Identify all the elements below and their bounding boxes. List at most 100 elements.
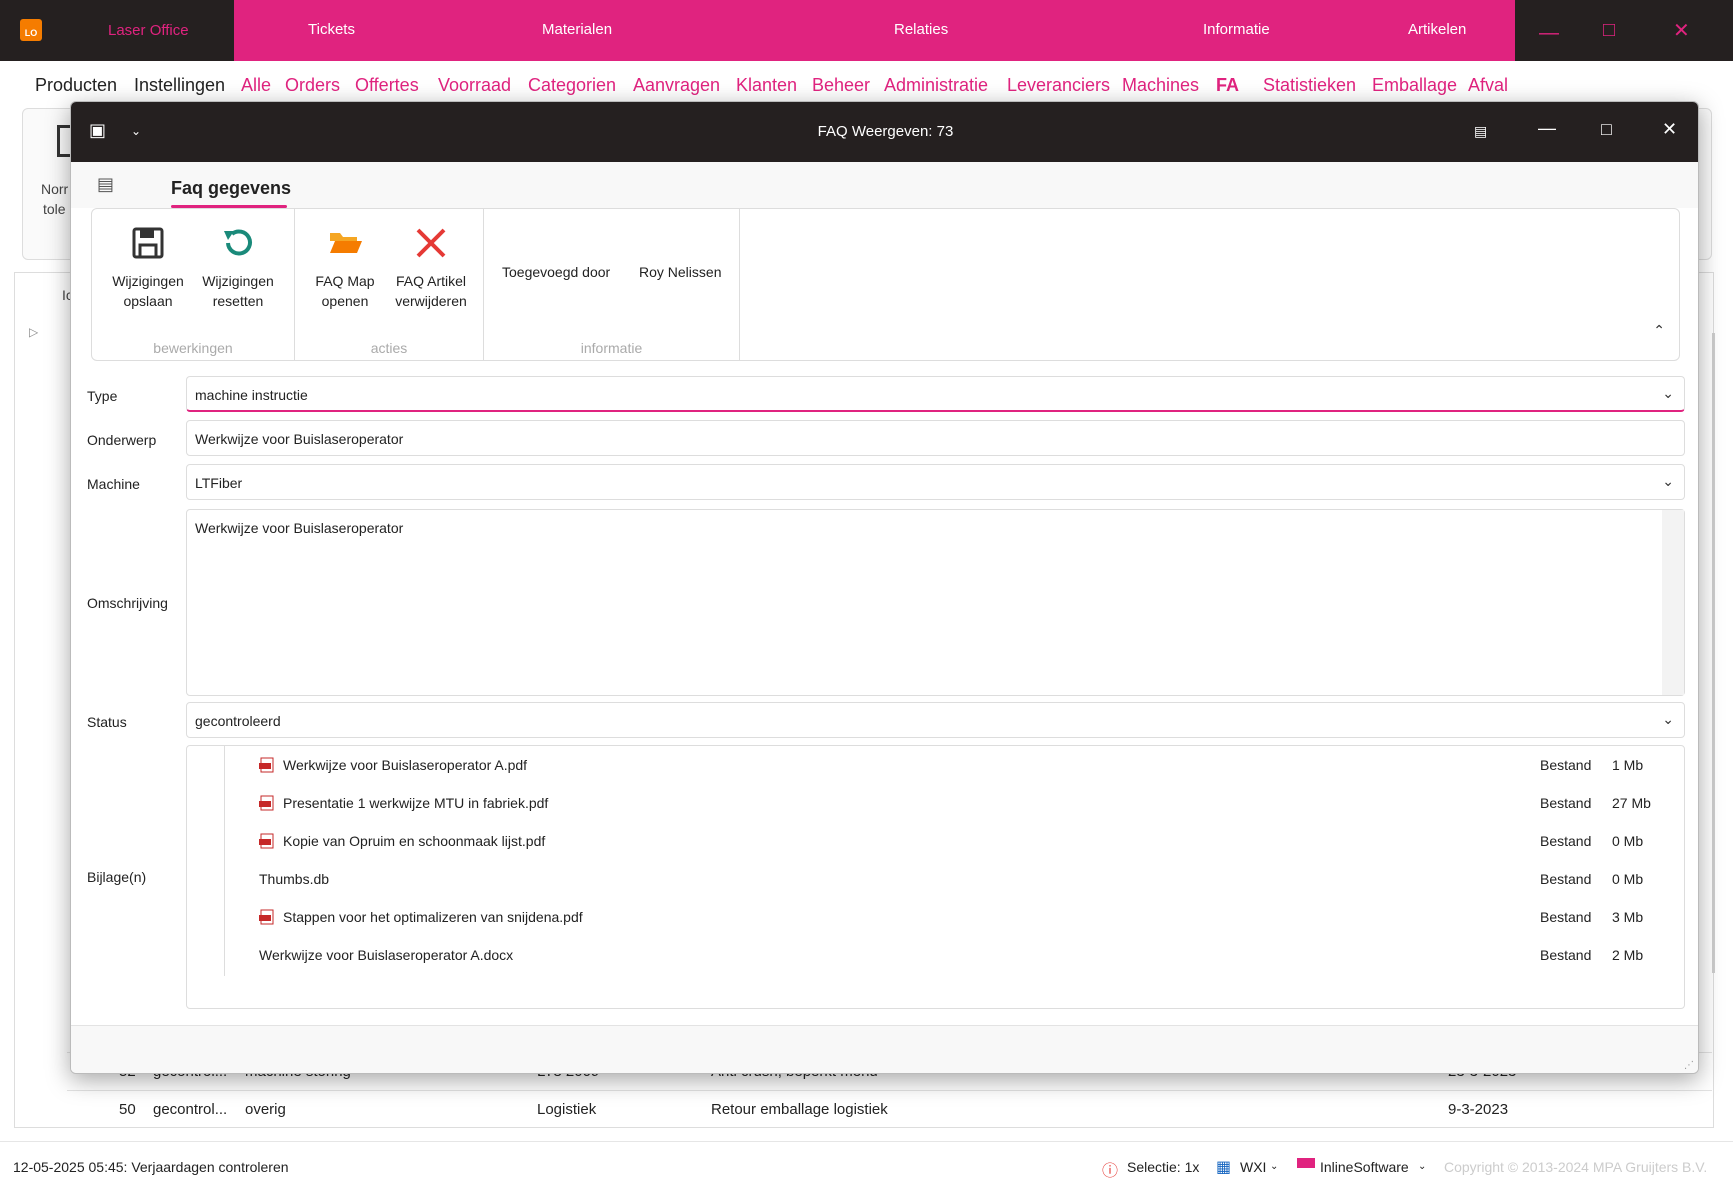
ribbon-group-acties: FAQ Map openen FAQ Artikel verwijderen a… [295,209,484,360]
attachments-list: Werkwijze voor Buislaseroperator A.pdf B… [186,745,1685,1009]
chevron-down-icon: ⌄ [1662,385,1674,401]
menu-alle[interactable]: Alle [241,75,271,96]
top-bar: LO Laser Office Tickets Materialen Relat… [0,0,1733,61]
save-icon [132,227,164,259]
reset-changes-button[interactable]: Wijzigingen resetten [198,225,278,311]
restore-icon[interactable]: ▤ [1474,123,1487,140]
window-controls: — □ ✕ [1515,0,1733,61]
menu-administratie[interactable]: Administratie [884,75,988,96]
pdf-icon [259,795,274,811]
nav-tickets[interactable]: Tickets [308,21,355,38]
dialog-footer: ⋰ [71,1025,1698,1073]
menu-aanvragen[interactable]: Aanvragen [633,75,720,96]
expand-icon[interactable]: ▷ [29,325,38,339]
type-select[interactable]: machine instructie ⌄ [186,376,1685,412]
copyright: Copyright © 2013-2024 MPA Gruijters B.V. [1444,1159,1708,1175]
list-item[interactable]: Presentatie 1 werkwijze MTU in fabriek.p… [187,784,1686,822]
resize-grip-icon[interactable]: ⋰ [1684,1060,1694,1071]
app-logo-icon: LO [20,19,42,41]
textarea-scrollbar[interactable] [1662,510,1684,695]
group-label: informatie [580,340,643,356]
minimize-icon[interactable]: — [1539,22,1559,45]
tab-faq-gegevens[interactable]: Faq gegevens [171,178,291,199]
save-changes-button[interactable]: Wijzigingen opslaan [108,225,188,311]
menu-klanten[interactable]: Klanten [736,75,797,96]
menu-orders[interactable]: Orders [285,75,340,96]
menu-leveranciers[interactable]: Leveranciers [1007,75,1110,96]
windows-icon: ▦ [1216,1159,1232,1176]
pdf-icon [259,909,274,925]
group-label: acties [370,340,408,356]
nav-informatie[interactable]: Informatie [1203,21,1270,38]
menu-beheer[interactable]: Beheer [812,75,870,96]
added-by-label: Toegevoegd door [502,264,611,280]
list-item[interactable]: Thumbs.db Bestand 0 Mb [187,860,1686,898]
ribbon-group-bewerkingen: Wijzigingen opslaan Wijzigingen resetten… [92,209,295,360]
delete-faq-article-button[interactable]: FAQ Artikel verwijderen [387,225,475,311]
status-bar: 12-05-2025 05:45: Verjaardagen controler… [0,1141,1733,1191]
wxi-dropdown[interactable]: WXI [1240,1159,1266,1175]
delete-icon [416,228,446,258]
attachments-label: Bijlage(n) [87,869,147,885]
ribbon-group-informatie: Toegevoegd door Roy Nelissen informatie [484,209,740,360]
pdf-icon [259,833,274,849]
logo-area: LO Laser Office [0,0,234,61]
status-message: 12-05-2025 05:45: Verjaardagen controler… [13,1159,289,1175]
bg-ribbon-text: Norr [41,181,69,197]
menu-statistieken[interactable]: Statistieken [1263,75,1356,96]
minimize-icon[interactable]: — [1538,118,1556,139]
ribbon-menu-icon[interactable]: ▤ [97,174,114,195]
status-label: Status [87,714,127,730]
status-select[interactable]: gecontroleerd ⌄ [186,702,1685,738]
list-item[interactable]: Stappen voor het optimalizeren van snijd… [187,898,1686,936]
menu-offertes[interactable]: Offertes [355,75,419,96]
added-by-value: Roy Nelissen [639,264,722,280]
description-label: Omschrijving [87,595,168,611]
bg-ribbon-text: tole [43,201,66,217]
menu-instellingen[interactable]: Instellingen [134,75,225,96]
nav-artikelen[interactable]: Artikelen [1408,21,1466,38]
subject-label: Onderwerp [87,432,157,448]
close-icon[interactable]: ✕ [1662,119,1677,140]
list-item[interactable]: Werkwijze voor Buislaseroperator A.docx … [187,936,1686,974]
subject-input[interactable]: Werkwijze voor Buislaseroperator [186,420,1685,456]
warning-icon: ⓘ [1102,1163,1119,1180]
selection-count[interactable]: Selectie: 1x [1127,1159,1199,1175]
menu-producten[interactable]: Producten [35,75,117,96]
folder-open-icon [330,233,362,253]
list-item[interactable]: Werkwijze voor Buislaseroperator A.pdf B… [187,746,1686,784]
maximize-icon[interactable]: □ [1603,19,1615,42]
dialog-title-bar: ▣ ⌄ FAQ Weergeven: 73 ▤ — □ ✕ [71,102,1698,162]
description-textarea[interactable]: Werkwijze voor Buislaseroperator [186,509,1685,696]
collapse-ribbon-icon[interactable]: ⌃ [1653,322,1665,339]
pdf-icon [259,757,274,773]
open-faq-folder-button[interactable]: FAQ Map openen [307,225,383,311]
company-flag-icon [1297,1158,1315,1168]
faq-dialog: ▣ ⌄ FAQ Weergeven: 73 ▤ — □ ✕ ▤ Faq gege… [70,101,1699,1074]
menu-machines[interactable]: Machines [1122,75,1199,96]
maximize-icon[interactable]: □ [1601,119,1612,140]
list-item[interactable]: Kopie van Opruim en schoonmaak lijst.pdf… [187,822,1686,860]
nav-relaties[interactable]: Relaties [894,21,948,38]
menu-fa[interactable]: FA [1216,75,1239,96]
ribbon: Wijzigingen opslaan Wijzigingen resetten… [91,208,1680,361]
chevron-down-icon: ⌄ [1270,1161,1279,1172]
machine-label: Machine [87,476,140,492]
dialog-tabs: ▤ Faq gegevens [71,162,1698,208]
machine-select[interactable]: LTFiber ⌄ [186,464,1685,500]
close-icon[interactable]: ✕ [1673,18,1690,43]
chevron-down-icon: ⌄ [1418,1161,1427,1172]
menu-voorraad[interactable]: Voorraad [438,75,511,96]
nav-materialen[interactable]: Materialen [542,21,612,38]
chevron-down-icon: ⌄ [1662,711,1674,727]
table-row[interactable]: 50 gecontrol... overig Logistiek Retour … [67,1090,1712,1128]
menu-afval[interactable]: Afval [1468,75,1508,96]
app-title: Laser Office [108,22,189,39]
company-dropdown[interactable]: InlineSoftware [1320,1159,1409,1175]
undo-icon [224,229,252,256]
dialog-title: FAQ Weergeven: 73 [817,123,954,140]
grid-scrollbar[interactable] [1712,333,1715,973]
menu-emballage[interactable]: Emballage [1372,75,1457,96]
type-label: Type [87,388,118,404]
menu-categorien[interactable]: Categorien [528,75,616,96]
